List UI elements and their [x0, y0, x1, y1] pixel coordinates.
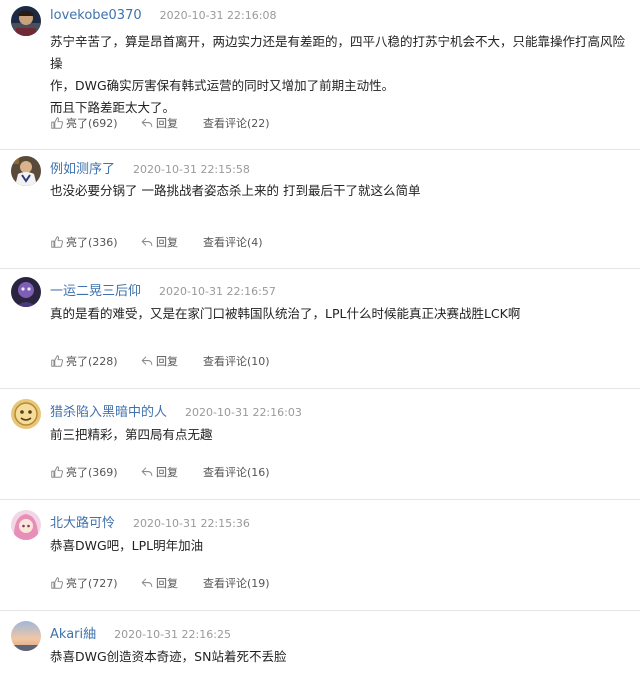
reply-label: 回复 — [156, 466, 178, 479]
avatar-gold-emblem-icon[interactable] — [11, 399, 41, 429]
comment-item: Akari紬 2020-10-31 22:16:25 恭喜DWG创造资本奇迹，S… — [0, 611, 640, 674]
comment-content: 苏宁辛苦了，算是昂首离开，两边实力还是有差距的，四平八稳的打苏宁机会不大，只能靠… — [50, 31, 626, 119]
comment-item: 北大路可怜 2020-10-31 22:15:36 恭喜DWG吧，LPL明年加油… — [0, 500, 640, 611]
avatar-sunset-sky-icon[interactable] — [11, 621, 41, 651]
like-count-label: 亮了(369) — [66, 466, 118, 479]
timestamp: 2020-10-31 22:16:03 — [185, 406, 302, 419]
avatar-team-jersey-icon[interactable] — [11, 156, 41, 186]
comment-actions: 亮了(336) 回复 查看评论(4) — [50, 234, 263, 250]
reply-button[interactable]: 回复 — [140, 575, 178, 591]
comment-content: 前三把精彩，第四局有点无趣 — [50, 424, 626, 446]
view-comments-label: 查看评论(4) — [203, 236, 263, 249]
username[interactable]: 北大路可怜 — [50, 512, 115, 531]
comment-text-line: 真的是看的难受，又是在家门口被韩国队统治了，LPL什么时候能真正决赛战胜LCK啊 — [50, 306, 521, 321]
timestamp: 2020-10-31 22:15:58 — [133, 163, 250, 176]
reply-label: 回复 — [156, 577, 178, 590]
thumbs-up-icon — [51, 466, 64, 478]
like-button[interactable]: 亮了(336) — [50, 234, 118, 250]
comment-actions: 亮了(692) 回复 查看评论(22) — [50, 115, 270, 131]
comment-text-line: 作，DWG确实厉害保有韩式运营的同时又增加了前期主动性。 — [50, 78, 395, 93]
like-button[interactable]: 亮了(228) — [50, 353, 118, 369]
comment-actions: 亮了(369) 回复 查看评论(16) — [50, 464, 270, 480]
comment-text-line: 也没必要分锅了 一路挑战者姿态杀上来的 打到最后干了就这么简单 — [50, 183, 421, 198]
like-count-label: 亮了(692) — [66, 117, 118, 130]
like-count-label: 亮了(336) — [66, 236, 118, 249]
comment-text-line: 前三把精彩，第四局有点无趣 — [50, 427, 213, 442]
reply-button[interactable]: 回复 — [140, 464, 178, 480]
view-comments-label: 查看评论(10) — [203, 355, 270, 368]
timestamp: 2020-10-31 22:16:25 — [114, 628, 231, 641]
comment-actions: 亮了(228) 回复 查看评论(10) — [50, 353, 270, 369]
view-comments-label: 查看评论(19) — [203, 577, 270, 590]
reply-label: 回复 — [156, 355, 178, 368]
comment-item: lovekobe0370 2020-10-31 22:16:08 苏宁辛苦了，算… — [0, 0, 640, 150]
reply-arrow-icon — [141, 467, 153, 477]
thumbs-up-icon — [51, 355, 64, 367]
like-button[interactable]: 亮了(369) — [50, 464, 118, 480]
view-comments-link[interactable]: 查看评论(4) — [203, 234, 263, 250]
view-comments-label: 查看评论(16) — [203, 466, 270, 479]
view-comments-link[interactable]: 查看评论(10) — [203, 353, 270, 369]
reply-label: 回复 — [156, 117, 178, 130]
avatar-purple-character-icon[interactable] — [11, 277, 41, 307]
timestamp: 2020-10-31 22:16:08 — [159, 9, 277, 22]
comment-content: 恭喜DWG吧，LPL明年加油 — [50, 535, 626, 557]
avatar-pink-anime-icon[interactable] — [11, 510, 41, 540]
like-count-label: 亮了(228) — [66, 355, 118, 368]
reply-button[interactable]: 回复 — [140, 234, 178, 250]
reply-label: 回复 — [156, 236, 178, 249]
reply-arrow-icon — [141, 578, 153, 588]
comment-content: 也没必要分锅了 一路挑战者姿态杀上来的 打到最后干了就这么简单 — [50, 180, 626, 202]
like-button[interactable]: 亮了(692) — [50, 115, 118, 131]
thumbs-up-icon — [51, 577, 64, 589]
view-comments-link[interactable]: 查看评论(19) — [203, 575, 270, 591]
timestamp: 2020-10-31 22:15:36 — [133, 517, 250, 530]
like-button[interactable]: 亮了(727) — [50, 575, 118, 591]
username[interactable]: 例如测序了 — [50, 158, 115, 177]
view-comments-link[interactable]: 查看评论(16) — [203, 464, 270, 480]
timestamp: 2020-10-31 22:16:57 — [159, 285, 276, 298]
comment-content: 真的是看的难受，又是在家门口被韩国队统治了，LPL什么时候能真正决赛战胜LCK啊 — [50, 303, 626, 325]
reply-button[interactable]: 回复 — [140, 115, 178, 131]
comment-text-line: 苏宁辛苦了，算是昂首离开，两边实力还是有差距的，四平八稳的打苏宁机会不大，只能靠… — [50, 34, 626, 71]
comment-list: lovekobe0370 2020-10-31 22:16:08 苏宁辛苦了，算… — [0, 0, 640, 674]
username[interactable]: lovekobe0370 — [50, 8, 142, 23]
thumbs-up-icon — [51, 236, 64, 248]
comment-item: 例如测序了 2020-10-31 22:15:58 也没必要分锅了 一路挑战者姿… — [0, 150, 640, 269]
thumbs-up-icon — [51, 117, 64, 129]
comment-item: 猎杀陷入黑暗中的人 2020-10-31 22:16:03 前三把精彩，第四局有… — [0, 389, 640, 500]
comment-text-line: 恭喜DWG创造资本奇迹，SN站着死不丢脸 — [50, 649, 287, 664]
comment-text-line: 恭喜DWG吧，LPL明年加油 — [50, 538, 204, 553]
reply-arrow-icon — [141, 118, 153, 128]
view-comments-link[interactable]: 查看评论(22) — [203, 115, 270, 131]
like-count-label: 亮了(727) — [66, 577, 118, 590]
reply-arrow-icon — [141, 356, 153, 366]
username[interactable]: 一运二晃三后仰 — [50, 280, 141, 299]
comment-content: 恭喜DWG创造资本奇迹，SN站着死不丢脸 — [50, 646, 626, 668]
comment-item: 一运二晃三后仰 2020-10-31 22:16:57 真的是看的难受，又是在家… — [0, 269, 640, 389]
avatar-dark-player-icon[interactable] — [11, 6, 41, 36]
username[interactable]: 猎杀陷入黑暗中的人 — [50, 401, 167, 420]
reply-button[interactable]: 回复 — [140, 353, 178, 369]
username[interactable]: Akari紬 — [50, 623, 96, 642]
comment-actions: 亮了(727) 回复 查看评论(19) — [50, 575, 270, 591]
comment-text-line: 而且下路差距太大了。 — [50, 100, 176, 115]
view-comments-label: 查看评论(22) — [203, 117, 270, 130]
reply-arrow-icon — [141, 237, 153, 247]
